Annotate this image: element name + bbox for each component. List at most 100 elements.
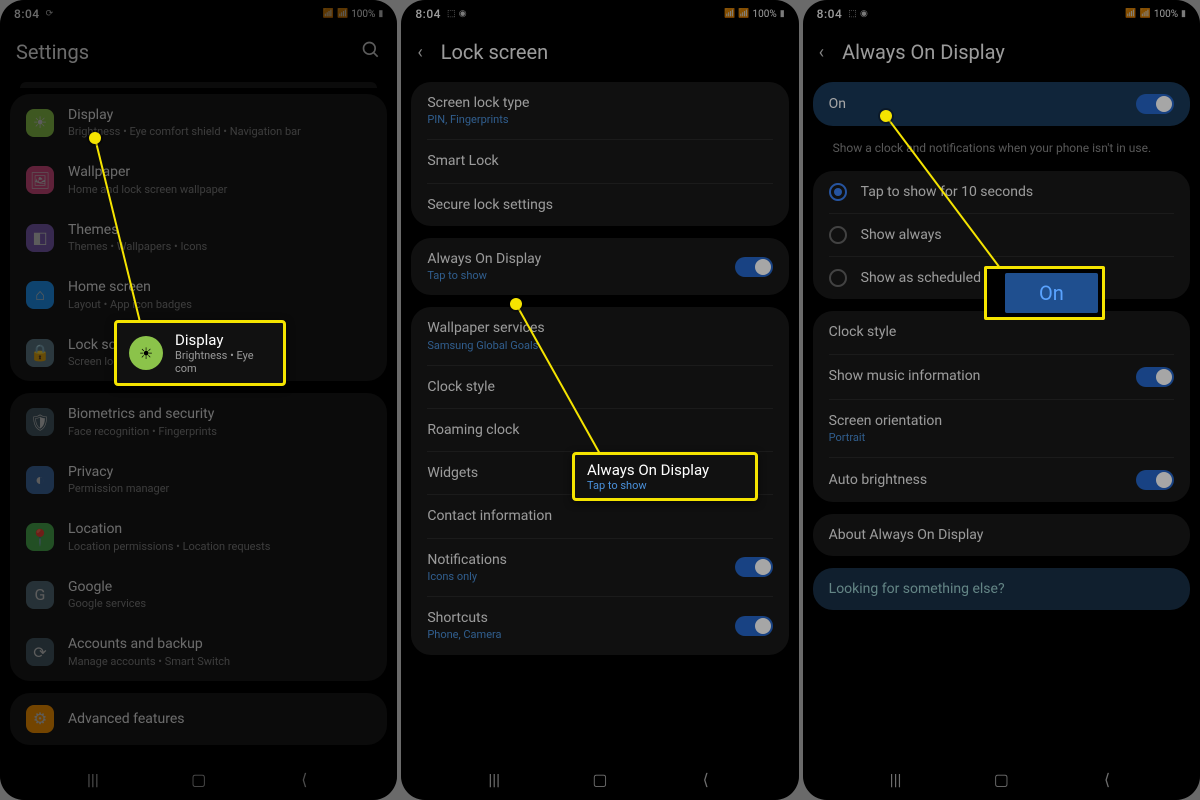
status-bar: 8:04⬚ ◉ 📶📶100%▮ (803, 0, 1200, 24)
aod-toggle[interactable] (735, 257, 773, 277)
callout-aod-sub: Tap to show (587, 479, 709, 492)
item-music-info[interactable]: Show music information (813, 355, 1190, 399)
notifications-toggle[interactable] (735, 557, 773, 577)
status-battery: 100% (753, 9, 777, 20)
group-about: About Always On Display (813, 514, 1190, 556)
settings-item-home-screen[interactable]: ⌂ Home screenLayout • App icon badges (10, 266, 387, 323)
radio-show-always[interactable]: Show always (813, 214, 1190, 256)
radio-icon (829, 226, 847, 244)
title-bar: ‹ Always On Display (803, 24, 1200, 82)
item-about-aod[interactable]: About Always On Display (813, 514, 1190, 556)
nav-bar: ||| ▢ ⟨ (401, 756, 798, 800)
callout-display-title: Display (175, 331, 271, 349)
callout-display-icon: ☀ (129, 336, 163, 370)
item-secure-lock[interactable]: Secure lock settings (411, 184, 788, 226)
nav-bar: ||| ▢ ⟨ (803, 756, 1200, 800)
settings-item-biometrics[interactable]: 🛡 Biometrics and securityFace recognitio… (10, 393, 387, 450)
page-title: Lock screen (441, 40, 548, 64)
settings-item-display[interactable]: ☀ DisplayBrightness • Eye comfort shield… (10, 94, 387, 151)
themes-icon: ◧ (26, 224, 54, 252)
lock-screen-list[interactable]: Screen lock typePIN, Fingerprints Smart … (401, 82, 798, 756)
item-screen-lock-type[interactable]: Screen lock typePIN, Fingerprints (411, 82, 788, 139)
location-icon: 📍 (26, 523, 54, 551)
radio-icon (829, 183, 847, 201)
back-icon[interactable]: ‹ (819, 42, 824, 63)
advanced-icon: ⚙ (26, 705, 54, 733)
item-notifications[interactable]: NotificationsIcons only (411, 539, 788, 596)
settings-item-themes[interactable]: ◧ ThemesThemes • Wallpapers • Icons (10, 209, 387, 266)
status-battery: 100% (1154, 9, 1178, 20)
callout-display: ☀ Display Brightness • Eye com (114, 320, 286, 386)
item-auto-brightness[interactable]: Auto brightness (813, 458, 1190, 502)
annotation-dot-1 (89, 132, 101, 144)
settings-item-accounts[interactable]: ⟳ Accounts and backupManage accounts • S… (10, 623, 387, 680)
settings-item-wallpaper[interactable]: 🖼 WallpaperHome and lock screen wallpape… (10, 151, 387, 208)
item-clock-style[interactable]: Clock style (411, 366, 788, 408)
nav-home-icon[interactable]: ▢ (990, 768, 1012, 790)
group-aod: Always On DisplayTap to show (411, 238, 788, 295)
radio-tap-to-show[interactable]: Tap to show for 10 seconds (813, 171, 1190, 213)
aod-on-label: On (829, 95, 1122, 113)
phone-aod: 8:04⬚ ◉ 📶📶100%▮ ‹ Always On Display On S… (803, 0, 1200, 800)
aod-on-card: On (813, 82, 1190, 126)
aod-description: Show a clock and notifications when your… (813, 138, 1190, 171)
status-indicator-icon: ⟳ (46, 9, 54, 19)
search-icon[interactable] (361, 40, 381, 64)
phone-settings: 8:04⟳ 📶📶100%▮ Settings ☀ DisplayBrightne… (0, 0, 397, 800)
callout-aod: Always On Display Tap to show (572, 452, 758, 501)
item-contact-info[interactable]: Contact information (411, 495, 788, 537)
shortcuts-toggle[interactable] (735, 616, 773, 636)
annotation-dot-3 (880, 110, 892, 122)
callout-on-label: On (1005, 273, 1098, 313)
google-icon: G (26, 581, 54, 609)
back-icon[interactable]: ‹ (417, 42, 422, 63)
nav-home-icon[interactable]: ▢ (188, 768, 210, 790)
radio-icon (829, 269, 847, 287)
item-wallpaper-services[interactable]: Wallpaper servicesSamsung Global Goals (411, 307, 788, 364)
title-bar: Settings (0, 24, 397, 82)
nav-back-icon[interactable]: ⟨ (1096, 768, 1118, 790)
status-time: 8:04 (415, 7, 441, 21)
home-icon: ⌂ (26, 281, 54, 309)
settings-item-google[interactable]: G GoogleGoogle services (10, 566, 387, 623)
status-battery: 100% (351, 9, 375, 20)
settings-item-privacy[interactable]: ◐ PrivacyPermission manager (10, 451, 387, 508)
page-title: Always On Display (842, 40, 1005, 64)
nav-bar: ||| ▢ ⟨ (0, 756, 397, 800)
aod-on-row[interactable]: On (813, 82, 1190, 126)
nav-home-icon[interactable]: ▢ (589, 768, 611, 790)
settings-item-advanced[interactable]: ⚙ Advanced features (10, 693, 387, 745)
group-footer: Looking for something else? (813, 568, 1190, 610)
nav-recent-icon[interactable]: ||| (82, 768, 104, 790)
phone-lock-screen: 8:04⬚ ◉ 📶📶100%▮ ‹ Lock screen Screen loc… (401, 0, 798, 800)
footer-link[interactable]: Looking for something else? (813, 568, 1190, 610)
settings-list[interactable]: ☀ DisplayBrightness • Eye comfort shield… (0, 82, 397, 756)
status-bar: 8:04⬚ ◉ 📶📶100%▮ (401, 0, 798, 24)
aod-master-toggle[interactable] (1136, 94, 1174, 114)
brightness-toggle[interactable] (1136, 470, 1174, 490)
item-screen-orientation[interactable]: Screen orientationPortrait (813, 400, 1190, 457)
item-always-on-display[interactable]: Always On DisplayTap to show (411, 238, 788, 295)
callout-on-badge: On (984, 266, 1105, 320)
lock-icon: 🔒 (26, 339, 54, 367)
nav-back-icon[interactable]: ⟨ (293, 768, 315, 790)
callout-aod-title: Always On Display (587, 461, 709, 479)
nav-back-icon[interactable]: ⟨ (695, 768, 717, 790)
privacy-icon: ◐ (26, 466, 54, 494)
title-bar: ‹ Lock screen (401, 24, 798, 82)
nav-recent-icon[interactable]: ||| (885, 768, 907, 790)
settings-item-location[interactable]: 📍 LocationLocation permissions • Locatio… (10, 508, 387, 565)
status-bar: 8:04⟳ 📶📶100%▮ (0, 0, 397, 24)
item-smart-lock[interactable]: Smart Lock (411, 140, 788, 182)
item-roaming-clock[interactable]: Roaming clock (411, 409, 788, 451)
status-time: 8:04 (14, 7, 40, 21)
group-lock-type: Screen lock typePIN, Fingerprints Smart … (411, 82, 788, 226)
accounts-icon: ⟳ (26, 638, 54, 666)
annotation-dot-2 (510, 298, 522, 310)
nav-recent-icon[interactable]: ||| (483, 768, 505, 790)
aod-list[interactable]: On Show a clock and notifications when y… (803, 82, 1200, 756)
item-shortcuts[interactable]: ShortcutsPhone, Camera (411, 597, 788, 654)
music-toggle[interactable] (1136, 367, 1174, 387)
shield-icon: 🛡 (26, 408, 54, 436)
wallpaper-icon: 🖼 (26, 166, 54, 194)
